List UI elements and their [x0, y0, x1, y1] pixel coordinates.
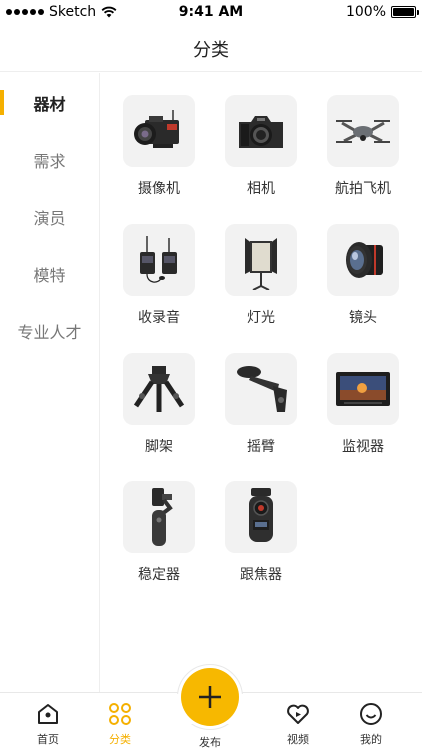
- category-item-lighting[interactable]: 灯光: [211, 224, 311, 327]
- publish-label: 发布: [199, 736, 221, 749]
- tab-label: 视频: [287, 733, 309, 746]
- category-label: 镜头: [349, 310, 377, 326]
- status-bar: Sketch 9:41 AM 100%: [0, 0, 422, 26]
- category-label: 监视器: [342, 439, 384, 455]
- sidebar-item-label: 需求: [33, 151, 66, 171]
- sidebar-item-equipment[interactable]: 器材: [0, 74, 99, 131]
- navigation-bar: 分类: [0, 26, 422, 72]
- monitor-icon: [336, 372, 390, 406]
- sidebar-item-model[interactable]: 模特: [0, 245, 99, 302]
- smile-icon: [358, 701, 384, 727]
- category-item-tripod[interactable]: 脚架: [109, 353, 209, 456]
- category-grid: 摄像机 相机 航拍飞机 收录音 灯光 镜头 脚架 摇臂 监视器 稳定器 跟焦器: [101, 73, 422, 692]
- tab-label: 首页: [37, 733, 59, 746]
- drone-icon: [336, 120, 390, 143]
- category-grid-icon: [107, 701, 133, 727]
- tab-video[interactable]: 视频: [268, 701, 328, 747]
- category-item-lens[interactable]: 镜头: [313, 224, 413, 327]
- cinema-camera-icon: [134, 110, 179, 148]
- category-label: 跟焦器: [240, 567, 282, 583]
- sidebar-item-label: 模特: [33, 265, 66, 285]
- heart-play-icon: [285, 701, 311, 727]
- category-item-follow-focus[interactable]: 跟焦器: [211, 481, 311, 584]
- category-label: 航拍飞机: [335, 181, 391, 197]
- sidebar-item-label: 器材: [33, 94, 66, 114]
- follow-focus-icon: [249, 488, 273, 542]
- battery-icon: [391, 6, 419, 18]
- category-item-monitor[interactable]: 监视器: [313, 353, 413, 456]
- category-item-camera[interactable]: 摄像机: [109, 95, 209, 198]
- sidebar-item-demand[interactable]: 需求: [0, 131, 99, 188]
- category-label: 摄像机: [138, 181, 180, 197]
- tab-mine[interactable]: 我的: [341, 701, 401, 747]
- lens-icon: [346, 242, 383, 278]
- tab-category[interactable]: 分类: [90, 701, 150, 747]
- category-item-drone[interactable]: 航拍飞机: [313, 95, 413, 198]
- category-label: 稳定器: [138, 567, 180, 583]
- plus-icon: [199, 686, 221, 708]
- sidebar-item-professional[interactable]: 专业人才: [0, 302, 99, 359]
- gimbal-icon: [152, 488, 173, 546]
- bottom-tab-bar: 首页 分类 发布 视频 我的: [0, 664, 422, 750]
- page-title: 分类: [193, 39, 229, 61]
- sidebar-item-actor[interactable]: 演员: [0, 188, 99, 245]
- tab-label: 我的: [360, 733, 382, 746]
- category-item-audio[interactable]: 收录音: [109, 224, 209, 327]
- category-label: 脚架: [145, 439, 173, 455]
- category-label: 相机: [247, 181, 275, 197]
- tripod-head-icon: [133, 366, 185, 412]
- publish-button[interactable]: [181, 668, 239, 726]
- dslr-camera-icon: [239, 116, 283, 148]
- category-label: 收录音: [138, 310, 180, 326]
- category-item-stabilizer[interactable]: 稳定器: [109, 481, 209, 584]
- crane-arm-icon: [237, 366, 287, 412]
- tab-home[interactable]: 首页: [18, 701, 78, 747]
- sidebar-item-label: 演员: [33, 208, 66, 228]
- category-item-crane[interactable]: 摇臂: [211, 353, 311, 456]
- category-label: 摇臂: [247, 439, 275, 455]
- battery-percent: 100%: [345, 4, 386, 20]
- category-sidebar: 器材 需求 演员 模特 专业人才: [0, 73, 100, 692]
- home-icon: [35, 701, 61, 727]
- wireless-mic-icon: [140, 236, 177, 283]
- category-label: 灯光: [247, 310, 275, 326]
- sidebar-item-label: 专业人才: [17, 322, 82, 342]
- category-item-dslr[interactable]: 相机: [211, 95, 311, 198]
- led-light-icon: [245, 238, 277, 290]
- tab-label: 分类: [109, 733, 131, 746]
